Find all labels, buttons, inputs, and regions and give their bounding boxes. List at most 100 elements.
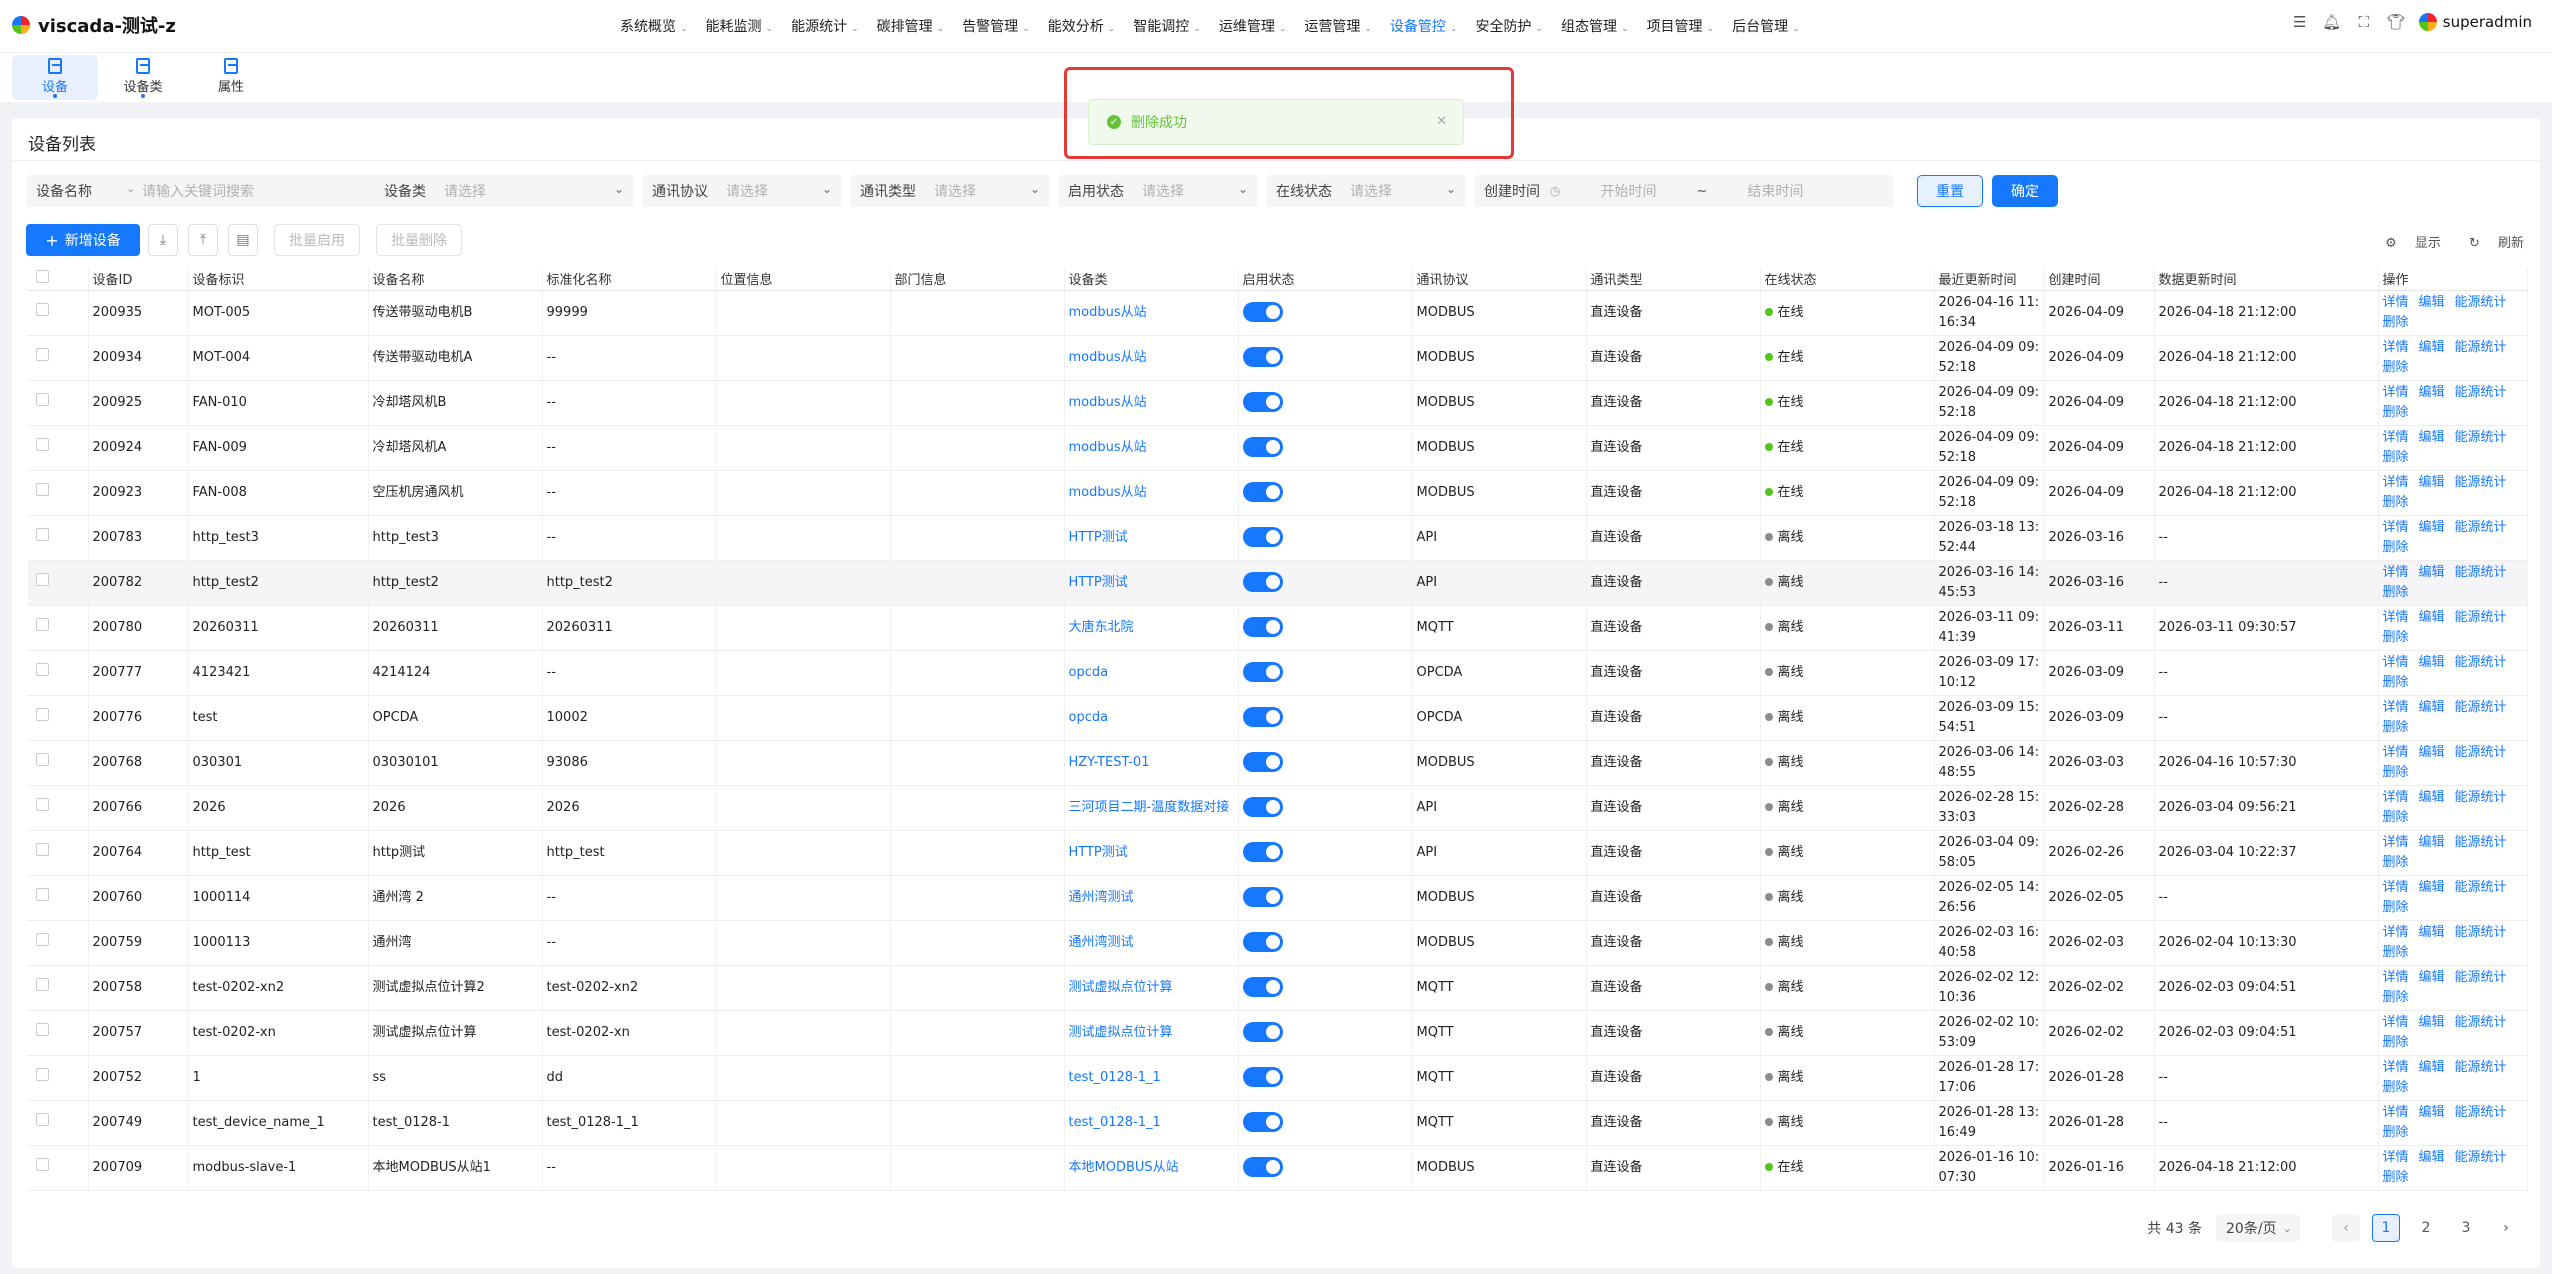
fullscreen-icon[interactable]: ⛶ <box>2355 13 2373 31</box>
menu-item[interactable]: 运营管理 ⌄ <box>1304 16 1372 36</box>
row-checkbox[interactable] <box>36 797 49 811</box>
enable-toggle[interactable] <box>1242 1112 1283 1133</box>
energy-stats-link[interactable]: 能源统计 <box>2455 925 2507 940</box>
table-row[interactable]: 200760 1000114 通州湾 2 -- 通州湾测试 MODBUS 直连设备 离线 202… <box>28 875 2528 921</box>
refresh-button[interactable]: ↻ 刷新 <box>2455 232 2524 251</box>
edit-link[interactable]: 编辑 <box>2419 295 2445 310</box>
table-row[interactable]: 200766 2026 2026 2026 三河项目二期-温度数据对接 API 直连设备 离线… <box>28 785 2528 831</box>
energy-stats-link[interactable]: 能源统计 <box>2455 880 2507 895</box>
energy-stats-link[interactable]: 能源统计 <box>2455 475 2507 490</box>
device-class-link[interactable]: test_0128-1_1 <box>1069 1070 1161 1085</box>
detail-link[interactable]: 详情 <box>2383 520 2409 535</box>
detail-link[interactable]: 详情 <box>2383 1015 2409 1030</box>
device-class-link[interactable]: 通州湾测试 <box>1069 890 1134 905</box>
device-class-link[interactable]: 测试虚拟点位计算 <box>1069 1025 1173 1040</box>
prev-page-button[interactable]: ‹ <box>2332 1214 2360 1242</box>
edit-link[interactable]: 编辑 <box>2419 1150 2445 1165</box>
device-class-link[interactable]: HZY-TEST-01 <box>1069 755 1150 770</box>
edit-link[interactable]: 编辑 <box>2419 655 2445 670</box>
enable-toggle[interactable] <box>1242 527 1283 548</box>
row-checkbox[interactable] <box>36 752 49 766</box>
delete-link[interactable]: 删除 <box>2383 585 2409 600</box>
table-row[interactable]: 200934 MOT-004 传送带驱动电机A -- modbus从站 MODBUS 直连设… <box>28 335 2528 381</box>
edit-link[interactable]: 编辑 <box>2419 475 2445 490</box>
delete-link[interactable]: 删除 <box>2383 900 2409 915</box>
device-class-link[interactable]: HTTP测试 <box>1069 845 1128 860</box>
delete-link[interactable]: 删除 <box>2383 810 2409 825</box>
table-row[interactable]: 200782 http_test2 http_test2 http_test2 HTTP… <box>28 560 2528 606</box>
batch-enable-button[interactable]: 批量启用 <box>274 224 360 256</box>
energy-stats-link[interactable]: 能源统计 <box>2455 1150 2507 1165</box>
device-class-link[interactable]: 大唐东北院 <box>1069 620 1134 635</box>
device-class-link[interactable]: modbus从站 <box>1069 485 1147 500</box>
enable-toggle[interactable] <box>1242 617 1283 638</box>
app-logo[interactable]: viscada-测试-z <box>12 12 176 38</box>
row-checkbox[interactable] <box>36 617 49 631</box>
end-time-input[interactable]: 结束时间 <box>1747 181 1803 201</box>
export-icon[interactable]: ⤒ <box>188 224 218 256</box>
row-checkbox[interactable] <box>36 1022 49 1036</box>
delete-link[interactable]: 删除 <box>2383 945 2409 960</box>
device-name-select[interactable]: 设备名称 <box>26 181 122 201</box>
page-size-select[interactable]: 20条/页 ⌄ <box>2216 1214 2300 1242</box>
menu-item[interactable]: 系统概览 ⌄ <box>620 16 688 36</box>
table-row[interactable]: 200780 20260311 20260311 20260311 大唐东北院 MQTT 直… <box>28 605 2528 651</box>
delete-link[interactable]: 删除 <box>2383 990 2409 1005</box>
energy-stats-link[interactable]: 能源统计 <box>2455 565 2507 580</box>
edit-link[interactable]: 编辑 <box>2419 1105 2445 1120</box>
protocol-filter[interactable]: 通讯协议 请选择 ⌄ <box>642 175 842 207</box>
enable-toggle[interactable] <box>1242 752 1283 773</box>
table-row[interactable]: 200783 http_test3 http_test3 -- HTTP测试 API 直连设… <box>28 515 2528 561</box>
enable-toggle[interactable] <box>1242 1022 1283 1043</box>
delete-link[interactable]: 删除 <box>2383 1125 2409 1140</box>
edit-link[interactable]: 编辑 <box>2419 700 2445 715</box>
delete-link[interactable]: 删除 <box>2383 450 2409 465</box>
menu-item[interactable]: 项目管理 ⌄ <box>1647 16 1715 36</box>
row-checkbox[interactable] <box>36 977 49 991</box>
edit-link[interactable]: 编辑 <box>2419 1015 2445 1030</box>
reset-button[interactable]: 重置 <box>1917 175 1983 207</box>
table-row[interactable]: 200764 http_test http测试 http_test HTTP测试 API 直… <box>28 830 2528 876</box>
enable-toggle[interactable] <box>1242 887 1283 908</box>
add-device-button[interactable]: + 新增设备 <box>26 224 140 256</box>
enable-toggle[interactable] <box>1242 302 1283 323</box>
detail-link[interactable]: 详情 <box>2383 1060 2409 1075</box>
table-row[interactable]: 200759 1000113 通州湾 -- 通州湾测试 MODBUS 直连设备 离线 2026-… <box>28 920 2528 966</box>
menu-item[interactable]: 安全防护 ⌄ <box>1475 16 1543 36</box>
row-checkbox[interactable] <box>36 347 49 361</box>
row-checkbox[interactable] <box>36 1157 49 1171</box>
page-3-button[interactable]: 3 <box>2452 1214 2480 1242</box>
row-checkbox[interactable] <box>36 887 49 901</box>
menu-item[interactable]: 能源统计 ⌄ <box>791 16 859 36</box>
created-time-filter[interactable]: 创建时间 ◷ 开始时间 ~ 结束时间 <box>1474 175 1894 207</box>
device-class-link[interactable]: opcda <box>1069 710 1109 725</box>
enable-toggle[interactable] <box>1242 1157 1283 1178</box>
energy-stats-link[interactable]: 能源统计 <box>2455 1105 2507 1120</box>
detail-link[interactable]: 详情 <box>2383 970 2409 985</box>
detail-link[interactable]: 详情 <box>2383 700 2409 715</box>
page-2-button[interactable]: 2 <box>2412 1214 2440 1242</box>
energy-stats-link[interactable]: 能源统计 <box>2455 970 2507 985</box>
menu-item[interactable]: 碳排管理 ⌄ <box>877 16 945 36</box>
energy-stats-link[interactable]: 能源统计 <box>2455 1015 2507 1030</box>
enable-toggle[interactable] <box>1242 1067 1283 1088</box>
next-page-button[interactable]: › <box>2492 1214 2520 1242</box>
tab-device[interactable]: 设备 <box>12 55 98 100</box>
table-row[interactable]: 200777 4123421 4214124 -- opcda OPCDA 直连设备 离线 20… <box>28 650 2528 696</box>
delete-link[interactable]: 删除 <box>2383 540 2409 555</box>
device-class-link[interactable]: modbus从站 <box>1069 440 1147 455</box>
detail-link[interactable]: 详情 <box>2383 655 2409 670</box>
edit-link[interactable]: 编辑 <box>2419 340 2445 355</box>
tab-device-class[interactable]: 设备类 <box>100 55 186 100</box>
delete-link[interactable]: 删除 <box>2383 720 2409 735</box>
menu-item[interactable]: 告警管理 ⌄ <box>962 16 1030 36</box>
theme-shirt-icon[interactable]: 👕︎ <box>2386 13 2405 31</box>
edit-link[interactable]: 编辑 <box>2419 880 2445 895</box>
detail-link[interactable]: 详情 <box>2383 565 2409 580</box>
select-all-checkbox[interactable] <box>36 270 49 284</box>
row-checkbox[interactable] <box>36 932 49 946</box>
delete-link[interactable]: 删除 <box>2383 1035 2409 1050</box>
detail-link[interactable]: 详情 <box>2383 385 2409 400</box>
import-icon[interactable]: ⤓ <box>148 224 178 256</box>
table-row[interactable]: 200923 FAN-008 空压机房通风机 -- modbus从站 MODBUS 直连设备… <box>28 470 2528 516</box>
